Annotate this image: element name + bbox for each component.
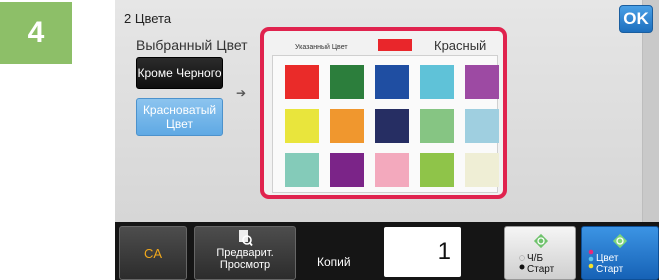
footer-bar: CA Предварит. Просмотр Копий 1 Ч/Б Старт… — [115, 222, 659, 280]
preview-icon — [195, 229, 295, 247]
color-swatch[interactable] — [330, 109, 364, 143]
color-swatch[interactable] — [420, 109, 454, 143]
copies-input[interactable]: 1 — [384, 227, 461, 277]
color-swatch[interactable] — [465, 65, 499, 99]
settings-area: 2 Цвета OK Выбранный Цвет Кроме Черного … — [115, 0, 653, 222]
step-number: 4 — [27, 16, 45, 49]
mode-title: 2 Цвета — [124, 11, 172, 26]
arrow-right-icon: ➔ — [236, 86, 247, 100]
color-swatch[interactable] — [465, 153, 499, 187]
color-grid — [272, 55, 499, 193]
start-diamond-icon — [612, 233, 628, 249]
step-badge: 4 — [0, 2, 72, 64]
color-swatch[interactable] — [285, 153, 319, 187]
start-diamond-icon — [533, 233, 549, 249]
color-dots-icon — [588, 249, 594, 269]
bw-dot-icon — [519, 255, 525, 270]
preview-label: Предварит. Просмотр — [216, 247, 274, 271]
color-start-button[interactable]: Цвет Старт — [581, 226, 659, 280]
clear-all-button[interactable]: CA — [119, 226, 187, 280]
preview-button[interactable]: Предварит. Просмотр — [194, 226, 296, 280]
color-swatch[interactable] — [285, 109, 319, 143]
color-swatch[interactable] — [330, 65, 364, 99]
color-swatch[interactable] — [375, 65, 409, 99]
color-swatch[interactable] — [465, 109, 499, 143]
color-palette: Указанный Цвет Красный — [260, 27, 507, 199]
specified-color-label: Указанный Цвет — [295, 44, 348, 51]
specified-color-swatch — [378, 39, 412, 51]
palette-header: Указанный Цвет Красный — [268, 34, 499, 56]
except-black-button[interactable]: Кроме Черного — [136, 57, 223, 89]
color-swatch[interactable] — [330, 153, 364, 187]
color-swatch[interactable] — [420, 65, 454, 99]
color-swatch[interactable] — [420, 153, 454, 187]
color-start-label: Цвет Старт — [596, 253, 624, 275]
bw-start-button[interactable]: Ч/Б Старт — [504, 226, 576, 280]
color-swatch[interactable] — [375, 109, 409, 143]
copies-label: Копий — [317, 255, 351, 269]
selected-color-label: Выбранный Цвет — [136, 37, 248, 53]
copier-panel: 2 Цвета OK Выбранный Цвет Кроме Черного … — [115, 0, 659, 280]
bw-start-label: Ч/Б Старт — [527, 253, 555, 275]
reddish-color-button[interactable]: Красноватый Цвет — [136, 98, 223, 136]
ok-button[interactable]: OK — [619, 5, 653, 33]
color-swatch[interactable] — [375, 153, 409, 187]
specified-color-name: Красный — [434, 38, 487, 53]
color-swatch[interactable] — [285, 65, 319, 99]
